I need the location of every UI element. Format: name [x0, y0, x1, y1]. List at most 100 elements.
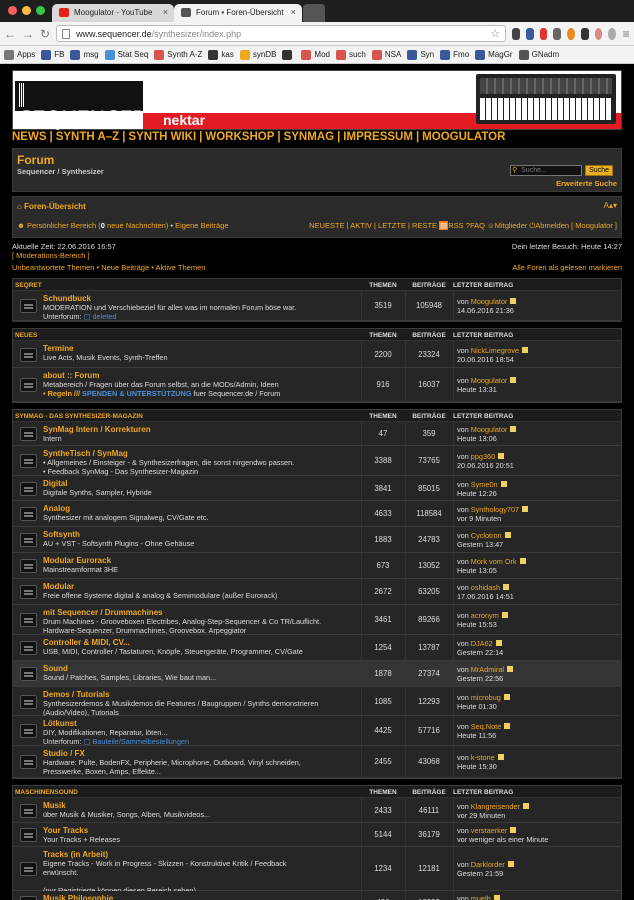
last-post-icon[interactable]: [500, 481, 507, 487]
last-post-icon[interactable]: [504, 532, 511, 538]
last-post-icon[interactable]: [522, 347, 529, 353]
forum-row[interactable]: Modular Freie offene Systeme digital & an…: [13, 579, 621, 605]
logout-link[interactable]: Abmelden [ Moogulator ]: [535, 221, 617, 230]
last-post-user[interactable]: Cyclotron: [471, 531, 502, 540]
mainnav-item[interactable]: MOOGULATOR: [422, 131, 505, 143]
last-post-icon[interactable]: [510, 298, 517, 304]
rss-link[interactable]: RSS: [448, 221, 463, 230]
members-link[interactable]: Mitglieder: [495, 221, 528, 230]
last-post-icon[interactable]: [495, 640, 502, 646]
close-tab-icon[interactable]: ×: [163, 7, 168, 17]
bookmark-item[interactable]: Syn: [407, 49, 434, 60]
bookmark-item[interactable]: kas: [208, 49, 234, 60]
last-post-user[interactable]: k-stone: [471, 753, 495, 762]
own-posts-link[interactable]: Eigene Beiträge: [175, 221, 228, 230]
bookmark-item[interactable]: Fmo: [440, 49, 469, 60]
tab-youtube[interactable]: Moogulator - YouTube ×: [52, 4, 174, 22]
forum-title[interactable]: Modular Eurorack: [43, 556, 111, 565]
forum-row[interactable]: Modular Eurorack Mainstreamformat 3HE 673 1…: [13, 553, 621, 579]
forum-row[interactable]: Your Tracks Your Tracks + Releases 5144 361…: [13, 823, 621, 847]
bookmark-item[interactable]: Apps: [4, 49, 35, 60]
forum-row[interactable]: SyntheTisch / SynMag • Allgemeines / Eins…: [13, 446, 621, 476]
category-title[interactable]: NEUES: [15, 332, 37, 339]
extension-orange-icon[interactable]: [567, 27, 575, 40]
bookmark-item[interactable]: FB: [41, 49, 64, 60]
forum-title[interactable]: mit Sequencer / Drummachines: [43, 608, 163, 617]
last-post-icon[interactable]: [510, 426, 517, 432]
last-post-user[interactable]: verstaerker: [471, 826, 508, 835]
last-post-user[interactable]: microbug: [471, 693, 501, 702]
advanced-search-link[interactable]: Erweiterte Suche: [556, 179, 617, 188]
forum-title[interactable]: Musik Philosophie: [43, 894, 113, 900]
last-post-user[interactable]: muelb: [471, 894, 491, 900]
last-post-icon[interactable]: [507, 861, 514, 867]
last-post-user[interactable]: Moogulator: [471, 425, 508, 434]
last-post-user[interactable]: oshidash: [471, 583, 500, 592]
forum-row[interactable]: Softsynth AU + VST - Softsynth Plugins - …: [13, 527, 621, 553]
bookmark-item[interactable]: [282, 49, 295, 60]
bookmark-star-icon[interactable]: ☆: [490, 27, 500, 40]
rules-text[interactable]: • Regeln ///: [43, 389, 82, 398]
forum-title[interactable]: Your Tracks: [43, 826, 88, 835]
forum-title[interactable]: Controller & MIDI, CV...: [43, 638, 130, 647]
category-title[interactable]: MASCHINENSOUND: [15, 789, 78, 796]
last-post-user[interactable]: DJA62: [471, 639, 493, 648]
tab-forum[interactable]: Forum • Foren-Übersicht ×: [174, 4, 302, 22]
extension-gear-icon[interactable]: [512, 27, 520, 40]
subforum-link[interactable]: deleted: [92, 312, 116, 321]
last-post-user[interactable]: ppg360: [471, 452, 495, 461]
back-icon[interactable]: ←: [4, 27, 16, 41]
minimize-window-icon[interactable]: [22, 6, 31, 15]
close-window-icon[interactable]: [8, 6, 17, 15]
extension-pink-icon[interactable]: [594, 27, 603, 40]
bookmark-item[interactable]: msg: [70, 49, 99, 60]
forum-title[interactable]: Studio / FX: [43, 749, 85, 758]
extension-fb-icon[interactable]: [525, 27, 534, 40]
last-post-icon[interactable]: [507, 666, 514, 672]
last-post-icon[interactable]: [493, 895, 500, 900]
last-post-icon[interactable]: [519, 558, 526, 564]
mainnav-item[interactable]: SYNMAG: [284, 131, 334, 143]
forum-title[interactable]: Demos / Tutorials: [43, 690, 110, 699]
bookmark-item[interactable]: Mod: [301, 49, 330, 60]
forum-title[interactable]: Modular: [43, 582, 74, 591]
forum-row[interactable]: Lötkunst DIY, Modifikationen, Reparatur, …: [13, 716, 621, 746]
last-post-user[interactable]: MrAdmiral: [471, 665, 504, 674]
last-post-icon[interactable]: [498, 453, 505, 459]
new-tab-button[interactable]: [303, 4, 325, 22]
forum-row[interactable]: Studio / FX Hardware: Pulte, BodenFX, Per…: [13, 746, 621, 778]
forum-row[interactable]: mit Sequencer / Drummachines Drum Machine…: [13, 605, 621, 635]
extension-grey-icon[interactable]: [553, 27, 562, 40]
forum-row[interactable]: Termine Live Acts, Musik Events, Synth-Tr…: [13, 341, 621, 368]
forward-icon[interactable]: →: [22, 27, 34, 41]
bookmark-item[interactable]: such: [335, 49, 366, 60]
bookmark-item[interactable]: NSA: [371, 49, 401, 60]
last-post-user[interactable]: NickLimegrove: [471, 346, 519, 355]
last-post-user[interactable]: Klangreisender: [471, 802, 520, 811]
last-post-icon[interactable]: [497, 754, 504, 760]
close-tab-icon[interactable]: ×: [291, 7, 296, 17]
forum-row[interactable]: Analog Synthesizer mit analogem Signalweg…: [13, 501, 621, 527]
reload-icon[interactable]: ↻: [40, 27, 50, 41]
site-logo[interactable]: SEQUENCER: [15, 81, 147, 133]
forum-row[interactable]: Schundbuck MODERATION und Verschiebeziel …: [13, 291, 621, 321]
last-post-user[interactable]: Moogulator: [471, 376, 508, 385]
last-post-icon[interactable]: [504, 723, 511, 729]
last-post-user[interactable]: Seq.Note: [471, 722, 501, 731]
extension-red-icon[interactable]: [539, 27, 548, 40]
last-post-icon[interactable]: [522, 506, 529, 512]
topic-filters[interactable]: Unbeantwortete Themen • Neue Beiträge • …: [12, 263, 205, 272]
forum-title[interactable]: Softsynth: [43, 530, 80, 539]
faq-link[interactable]: FAQ: [470, 221, 485, 230]
bookmark-item[interactable]: Stat Seq: [104, 49, 148, 60]
personal-area-link[interactable]: Persönlicher Bereich (0 neue Nachrichten…: [27, 221, 168, 230]
bookmark-item[interactable]: MagGr: [475, 49, 513, 60]
forum-row[interactable]: Digital Digitale Synths, Sampler, Hybride…: [13, 476, 621, 501]
forum-title[interactable]: Digital: [43, 479, 67, 488]
mark-all-read-link[interactable]: Alle Foren als gelesen markieren: [512, 263, 622, 272]
forum-title[interactable]: Lötkunst: [43, 719, 77, 728]
forum-row[interactable]: Controller & MIDI, CV... USB, MIDI, Contr…: [13, 635, 621, 661]
donate-link[interactable]: SPENDEN & UNTERSTÜTZUNG: [82, 389, 191, 398]
mainnav-item[interactable]: IMPRESSUM: [343, 131, 413, 143]
forum-title[interactable]: SynMag Intern / Korrekturen: [43, 425, 151, 434]
